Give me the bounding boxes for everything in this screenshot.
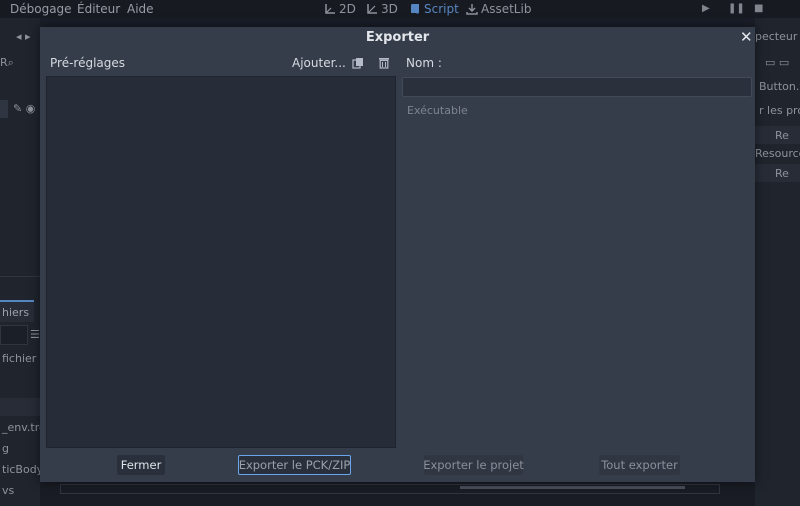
export-project-button[interactable]: Exporter le projet: [423, 455, 524, 475]
close-icon[interactable]: ✕: [740, 28, 753, 46]
name-label: Nom :: [406, 56, 442, 70]
export-pck-zip-button[interactable]: Exporter le PCK/ZIP: [238, 455, 351, 475]
trash-icon[interactable]: [376, 55, 392, 71]
export-all-button[interactable]: Tout exporter: [599, 455, 680, 475]
preset-list[interactable]: [46, 76, 396, 448]
export-dialog: Exporter ✕ Pré-réglages Ajouter... Nom :…: [40, 27, 755, 482]
executable-label: Exécutable: [407, 104, 468, 117]
add-preset-button[interactable]: Ajouter...: [292, 56, 346, 70]
presets-label: Pré-réglages: [50, 56, 126, 70]
close-button[interactable]: Fermer: [117, 455, 165, 475]
dialog-title: Exporter: [365, 30, 430, 45]
name-input[interactable]: [402, 77, 752, 97]
duplicate-icon[interactable]: [350, 55, 366, 71]
